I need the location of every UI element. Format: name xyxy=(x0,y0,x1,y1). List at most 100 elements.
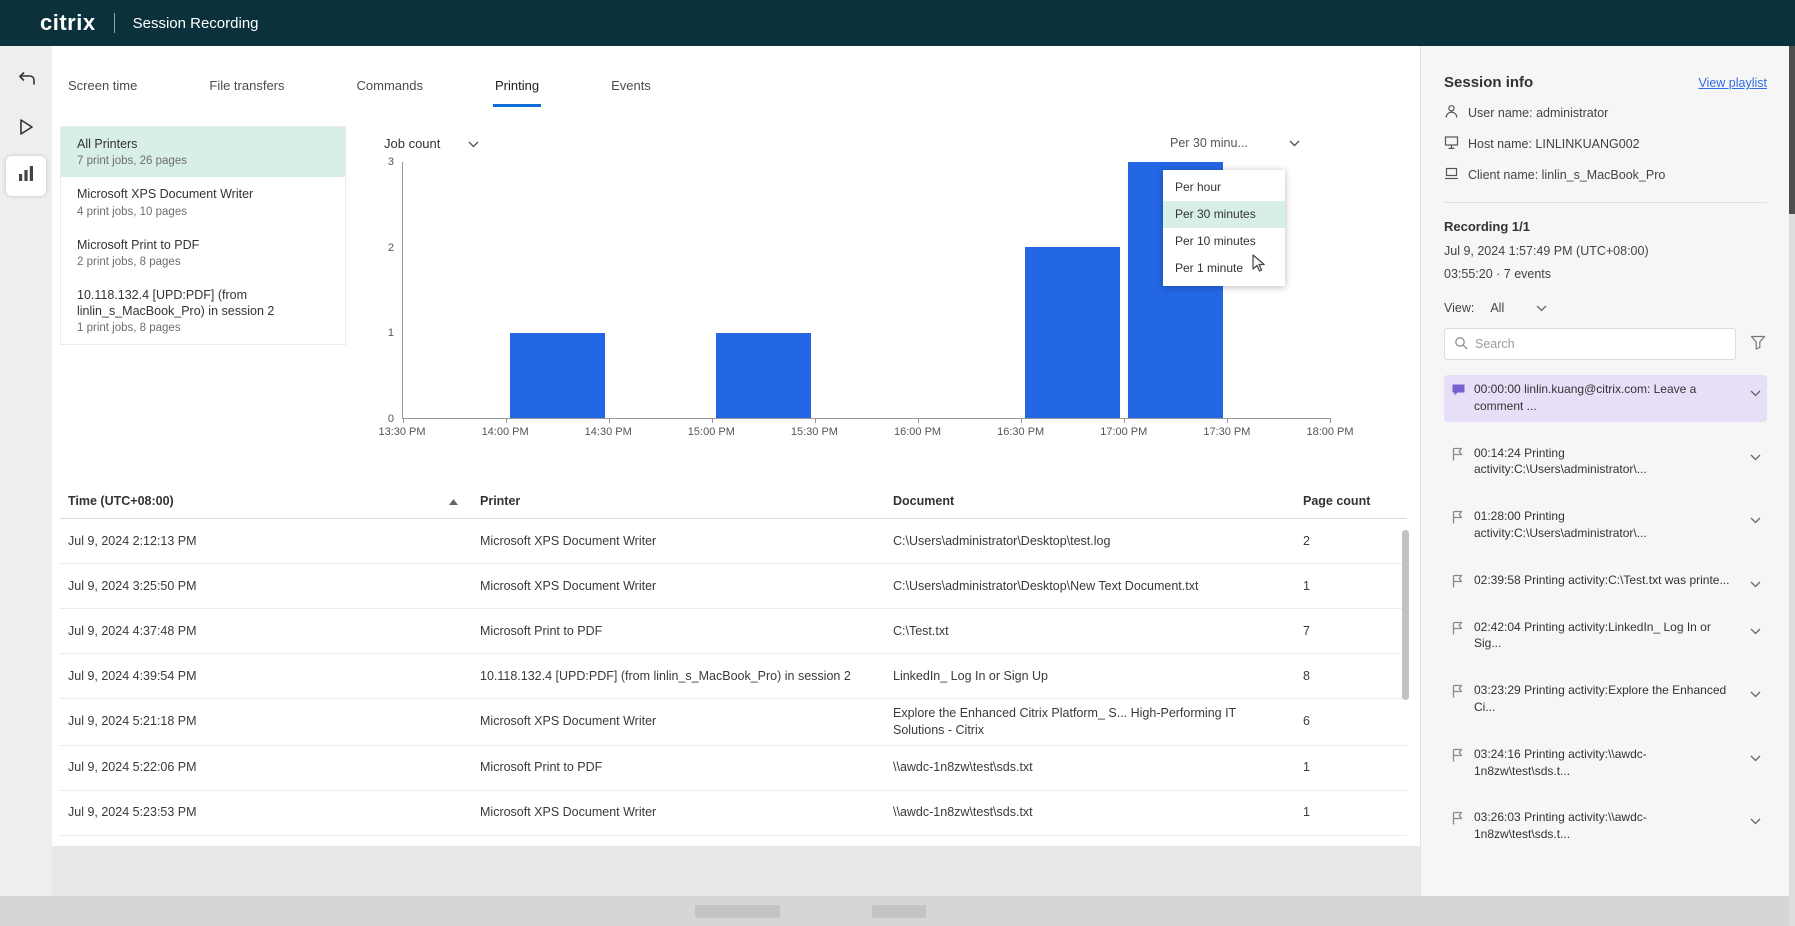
event-item-comment[interactable]: 00:00:00 linlin.kuang@citrix.com: Leave … xyxy=(1444,375,1767,422)
page-scrollbar-thumb[interactable] xyxy=(1789,46,1795,214)
client-name-text: Client name: linlin_s_MacBook_Pro xyxy=(1468,168,1665,182)
chevron-down-icon[interactable] xyxy=(1750,813,1761,830)
cell-time: Jul 9, 2024 5:22:06 PM xyxy=(60,753,472,782)
cell-time: Jul 9, 2024 5:21:18 PM xyxy=(60,707,472,736)
view-filter-dropdown[interactable]: All xyxy=(1490,301,1547,315)
search-input[interactable] xyxy=(1475,337,1726,351)
table-row[interactable]: Jul 9, 2024 5:21:18 PM Microsoft XPS Doc… xyxy=(60,699,1407,746)
view-playlist-link[interactable]: View playlist xyxy=(1698,76,1767,90)
tab-events[interactable]: Events xyxy=(609,70,653,107)
x-tick-label: 16:00 PM xyxy=(894,426,941,438)
cell-page-count: 8 xyxy=(1295,662,1407,691)
event-time: 02:39:58 xyxy=(1474,573,1521,587)
cell-document: Explore the Enhanced Citrix Platform_ S.… xyxy=(885,699,1295,745)
bottom-bar-segment xyxy=(695,905,780,918)
event-item-printing[interactable]: 02:39:58 Printing activity:C:\Test.txt w… xyxy=(1444,566,1767,596)
printer-list: All Printers 7 print jobs, 26 pages Micr… xyxy=(60,126,346,345)
table-scrollbar xyxy=(1402,526,1409,826)
menu-item-per-10-minutes[interactable]: Per 10 minutes xyxy=(1163,228,1285,255)
chevron-down-icon[interactable] xyxy=(1750,686,1761,703)
printer-item-upd[interactable]: 10.118.132.4 [UPD:PDF] (from linlin_s_Ma… xyxy=(61,278,345,345)
tab-printing[interactable]: Printing xyxy=(493,70,541,107)
cell-printer: Microsoft XPS Document Writer xyxy=(472,527,885,556)
bar-chart-icon xyxy=(17,165,35,187)
chevron-down-icon[interactable] xyxy=(1750,512,1761,529)
cell-page-count: 2 xyxy=(1295,527,1407,556)
cell-printer: Microsoft XPS Document Writer xyxy=(472,572,885,601)
cell-page-count: 1 xyxy=(1295,572,1407,601)
view-filter-label: View: xyxy=(1444,301,1474,315)
chevron-down-icon[interactable] xyxy=(1750,576,1761,593)
recording-title: Recording 1/1 xyxy=(1444,219,1767,234)
event-item-printing[interactable]: 00:14:24 Printing activity:C:\Users\admi… xyxy=(1444,439,1767,486)
menu-item-per-30-minutes[interactable]: Per 30 minutes xyxy=(1163,201,1285,228)
chevron-down-icon[interactable] xyxy=(1750,449,1761,466)
printer-summary: 2 print jobs, 8 pages xyxy=(77,256,329,268)
cell-document: LinkedIn_ Log In or Sign Up xyxy=(885,662,1295,691)
interval-label: Per 30 minu... xyxy=(1170,136,1248,150)
host-name-text: Host name: LINLINKUANG002 xyxy=(1468,137,1640,151)
interval-dropdown[interactable]: Per 30 minu... xyxy=(1170,136,1300,150)
session-info-title: Session info xyxy=(1444,74,1533,91)
chevron-down-icon[interactable] xyxy=(1750,623,1761,640)
cell-printer: 10.118.132.4 [UPD:PDF] (from linlin_s_Ma… xyxy=(472,662,885,691)
metric-dropdown[interactable]: Job count xyxy=(384,136,479,151)
event-time: 01:28:00 xyxy=(1474,509,1521,523)
table-row[interactable]: Jul 9, 2024 3:25:50 PM Microsoft XPS Doc… xyxy=(60,564,1407,609)
printer-item-xps[interactable]: Microsoft XPS Document Writer 4 print jo… xyxy=(61,177,345,227)
column-header-printer[interactable]: Printer xyxy=(472,494,885,508)
table-row[interactable]: Jul 9, 2024 4:37:48 PM Microsoft Print t… xyxy=(60,609,1407,654)
table-row[interactable]: Jul 9, 2024 5:22:06 PM Microsoft Print t… xyxy=(60,746,1407,791)
event-text: Printing activity:C:\Test.txt was printe… xyxy=(1524,573,1729,587)
printer-item-pdf[interactable]: Microsoft Print to PDF 2 print jobs, 8 p… xyxy=(61,228,345,278)
chart-bar xyxy=(716,333,812,418)
event-time: 03:24:16 xyxy=(1474,747,1521,761)
interval-menu: Per hour Per 30 minutes Per 10 minutes P… xyxy=(1163,170,1285,286)
cell-page-count: 1 xyxy=(1295,753,1407,782)
event-item-printing[interactable]: 03:24:16 Printing activity:\\awdc-1n8zw\… xyxy=(1444,740,1767,787)
app-title: Session Recording xyxy=(133,15,259,32)
event-item-printing[interactable]: 01:28:00 Printing activity:C:\Users\admi… xyxy=(1444,502,1767,549)
sort-ascending-icon xyxy=(449,494,458,508)
column-header-document[interactable]: Document xyxy=(885,494,1295,508)
recording-start-time: Jul 9, 2024 1:57:49 PM (UTC+08:00) xyxy=(1444,244,1767,258)
flag-icon xyxy=(1451,510,1464,530)
flag-icon xyxy=(1451,621,1464,641)
event-time: 03:26:03 xyxy=(1474,810,1521,824)
user-icon xyxy=(1444,104,1459,122)
chevron-down-icon xyxy=(1536,301,1547,315)
tab-screen-time[interactable]: Screen time xyxy=(66,70,139,107)
play-button[interactable] xyxy=(10,112,42,144)
event-item-printing[interactable]: 03:23:29 Printing activity:Explore the E… xyxy=(1444,676,1767,723)
session-data-view-button[interactable] xyxy=(6,156,46,196)
event-time: 02:42:04 xyxy=(1474,620,1521,634)
filter-icon[interactable] xyxy=(1750,335,1766,353)
chevron-down-icon xyxy=(468,136,479,151)
x-tick-label: 15:00 PM xyxy=(688,426,735,438)
column-header-time[interactable]: Time (UTC+08:00) xyxy=(60,494,472,508)
back-button[interactable] xyxy=(10,64,42,96)
chevron-down-icon[interactable] xyxy=(1750,750,1761,767)
menu-item-per-1-minute[interactable]: Per 1 minute xyxy=(1163,255,1285,282)
printer-name: All Printers xyxy=(77,136,329,152)
table-row[interactable]: Jul 9, 2024 4:39:54 PM 10.118.132.4 [UPD… xyxy=(60,654,1407,699)
event-item-printing[interactable]: 02:42:04 Printing activity:LinkedIn_ Log… xyxy=(1444,613,1767,660)
table-scrollbar-thumb[interactable] xyxy=(1402,530,1409,700)
x-tick-label: 17:30 PM xyxy=(1203,426,1250,438)
column-header-page-count[interactable]: Page count xyxy=(1295,494,1407,508)
table-row[interactable]: Jul 9, 2024 5:23:53 PM Microsoft XPS Doc… xyxy=(60,791,1407,836)
chevron-down-icon[interactable] xyxy=(1750,385,1761,402)
tab-file-transfers[interactable]: File transfers xyxy=(207,70,286,107)
event-search-box[interactable] xyxy=(1444,328,1736,360)
tab-commands[interactable]: Commands xyxy=(355,70,425,107)
metric-label: Job count xyxy=(384,136,440,151)
bottom-bar xyxy=(0,896,1795,926)
menu-item-per-hour[interactable]: Per hour xyxy=(1163,174,1285,201)
x-tick-label: 16:30 PM xyxy=(997,426,1044,438)
host-name-row: Host name: LINLINKUANG002 xyxy=(1444,135,1767,153)
printer-item-all[interactable]: All Printers 7 print jobs, 26 pages xyxy=(61,127,345,177)
flag-icon xyxy=(1451,684,1464,704)
cell-document: C:\Test.txt xyxy=(885,617,1295,646)
table-row[interactable]: Jul 9, 2024 2:12:13 PM Microsoft XPS Doc… xyxy=(60,519,1407,564)
event-item-printing[interactable]: 03:26:03 Printing activity:\\awdc-1n8zw\… xyxy=(1444,803,1767,850)
